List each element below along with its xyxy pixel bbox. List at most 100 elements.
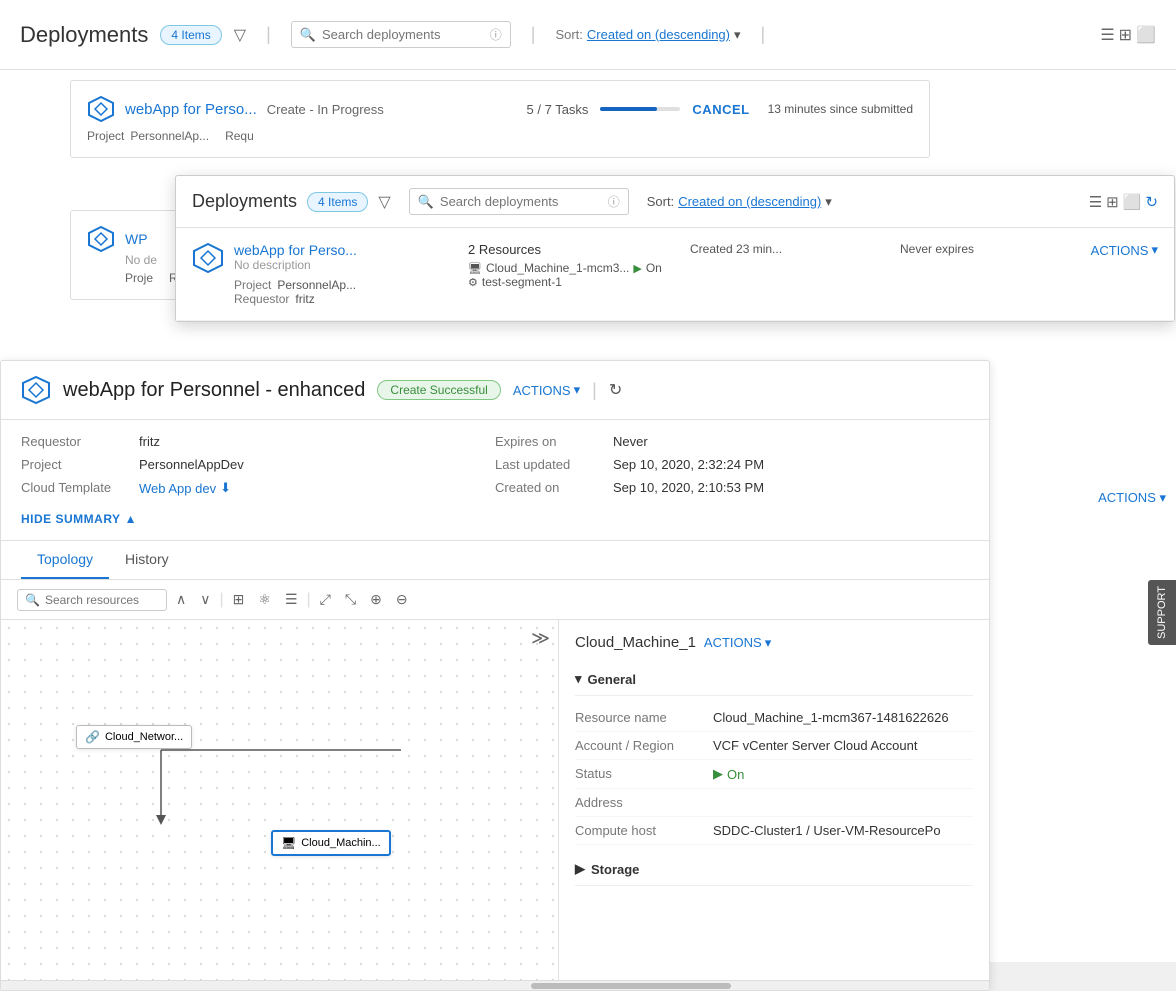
top-header: Deployments 4 Items ▽ | 🔍 ⓘ | Sort: Crea… — [0, 0, 1176, 70]
overlay-more-icon[interactable]: ⬜ — [1123, 193, 1142, 211]
tab-history[interactable]: History — [109, 541, 185, 579]
last-updated-value: Sep 10, 2020, 2:32:24 PM — [613, 457, 764, 472]
card1: webApp for Perso... Create - In Progress… — [70, 80, 930, 158]
view-icons: ☰ ⊞ ⬜ — [1100, 25, 1156, 45]
side-panel-title: Cloud_Machine_1 — [575, 634, 696, 651]
general-chevron-icon: ▾ — [575, 671, 582, 687]
detail-actions-button[interactable]: ACTIONS ▾ — [513, 382, 580, 398]
more-view-icon[interactable]: ⬜ — [1136, 25, 1156, 45]
overlay-refresh-icon[interactable]: ↻ — [1145, 193, 1158, 211]
grid-button[interactable]: ⊞ — [228, 588, 250, 611]
card2-name[interactable]: WP — [125, 231, 148, 247]
cloud-network-label: Cloud_Networ... — [105, 731, 183, 743]
prop-row: Address — [575, 789, 973, 817]
storage-label: Storage — [591, 862, 639, 877]
card1-name[interactable]: webApp for Perso... — [125, 101, 257, 118]
overlay-list-icon[interactable]: ☰ — [1089, 193, 1102, 211]
topology-toolbar: 🔍 ∧ ∨ | ⊞ ⚛ ☰ | ⤢ ⤡ ⊕ ⊖ — [1, 580, 989, 620]
search-icon: 🔍 — [300, 27, 316, 43]
created-on-label: Created on — [495, 480, 605, 495]
dep-app-icon — [192, 242, 224, 274]
filter-button[interactable]: ▽ — [234, 25, 246, 45]
bottom-scrollbar[interactable] — [1, 980, 989, 990]
zoom-in-button[interactable]: ⊕ — [365, 588, 387, 611]
task-count: 5 / 7 Tasks — [527, 102, 589, 117]
requestor-value: fritz — [139, 434, 160, 449]
res-count: 2 Resources — [468, 242, 668, 257]
topology-expand-button[interactable]: ≫ — [531, 628, 550, 649]
hide-summary-button[interactable]: HIDE SUMMARY ▲ — [21, 512, 495, 526]
prop-row: Compute hostSDDC-Cluster1 / User-VM-Reso… — [575, 817, 973, 845]
dep-name[interactable]: webApp for Perso... — [234, 242, 452, 258]
sort-desc-button[interactable]: ∨ — [195, 588, 215, 611]
detail-actions-chevron: ▾ — [574, 382, 581, 398]
zoom-out-button[interactable]: ⊖ — [391, 588, 413, 611]
actions-chevron: ▾ — [1151, 242, 1158, 258]
top-right-actions-button[interactable]: ACTIONS ▾ — [1098, 490, 1166, 506]
prop-value: ▶ On — [713, 766, 744, 782]
list-button[interactable]: ☰ — [280, 588, 303, 611]
res1-status-icon: ▶ — [633, 262, 641, 275]
cancel-button[interactable]: CANCEL — [692, 102, 749, 117]
overlay-search-input[interactable] — [440, 194, 602, 209]
overlay-view-icons: ☰ ⊞ ⬜ ↻ — [1089, 193, 1158, 211]
grid-view-icon[interactable]: ⊞ — [1119, 25, 1132, 45]
summary-col-right: Expires on Never Last updated Sep 10, 20… — [495, 434, 969, 526]
separator2: | — [531, 24, 536, 45]
detail-header: webApp for Personnel - enhanced Create S… — [1, 361, 989, 420]
chevron-up-icon: ▲ — [125, 512, 137, 526]
cluster-button[interactable]: ⚛ — [253, 588, 276, 611]
dep-expires: Never expires — [900, 242, 1020, 256]
collapse-button[interactable]: ⤡ — [340, 588, 361, 611]
overlay-info-icon[interactable]: ⓘ — [608, 193, 620, 210]
deployments-overlay: Deployments 4 Items ▽ 🔍 ⓘ Sort: Created … — [175, 175, 1175, 322]
prop-label: Compute host — [575, 823, 705, 838]
overlay-sort-chevron[interactable]: ▾ — [825, 194, 832, 210]
general-section-header[interactable]: ▾ General — [575, 663, 973, 696]
prop-value: VCF vCenter Server Cloud Account — [713, 738, 917, 753]
card1-meta: Project PersonnelAp... Requ — [87, 129, 913, 143]
overlay-grid-icon[interactable]: ⊞ — [1106, 193, 1119, 211]
cloud-network-node[interactable]: 🔗 Cloud_Networ... — [76, 725, 192, 749]
overlay-badge: 4 Items — [307, 192, 368, 212]
prop-label: Address — [575, 795, 705, 810]
support-tab[interactable]: SUPPORT — [1148, 580, 1176, 645]
cloud-machine-node[interactable]: 🖥 Cloud_Machin... — [271, 830, 391, 856]
overlay-filter-button[interactable]: ▽ — [378, 192, 390, 212]
last-updated-label: Last updated — [495, 457, 605, 472]
sort-label: Sort: — [555, 27, 582, 42]
overlay-sort-value[interactable]: Created on (descending) — [678, 194, 821, 209]
scrollbar-thumb[interactable] — [531, 983, 731, 989]
dep-meta-requestor-value: fritz — [295, 292, 314, 306]
dep-meta-project-label: Project — [234, 278, 271, 292]
storage-chevron-icon: ▶ — [575, 861, 585, 877]
topo-search-input[interactable] — [45, 593, 159, 607]
storage-section-header[interactable]: ▶ Storage — [575, 853, 973, 886]
dep-resources: 2 Resources 🖥 Cloud_Machine_1-mcm3... ▶ … — [468, 242, 668, 289]
sort-asc-button[interactable]: ∧ — [171, 588, 191, 611]
prop-row: Account / Region VCF vCenter Server Cloud… — [575, 732, 973, 760]
prop-row: Status▶ On — [575, 760, 973, 789]
overlay-sort: Sort: Created on (descending) ▾ — [647, 194, 832, 210]
progress-bar — [600, 107, 680, 111]
never-expires: Never expires — [900, 242, 974, 256]
network-icon: ⚙ — [468, 276, 478, 289]
refresh-button[interactable]: ↻ — [609, 380, 622, 400]
detail-tabs: Topology History — [1, 541, 989, 580]
dep-info: webApp for Perso... No description Proje… — [234, 242, 452, 306]
search-input[interactable] — [322, 27, 484, 42]
expand-button[interactable]: ⤢ — [315, 588, 336, 611]
cloud-template-link[interactable]: Web App dev ⬇ — [139, 480, 231, 496]
sort-chevron[interactable]: ▾ — [734, 27, 741, 43]
list-view-icon[interactable]: ☰ — [1100, 25, 1114, 45]
download-icon: ⬇ — [220, 480, 231, 496]
info-icon[interactable]: ⓘ — [490, 26, 502, 43]
create-success-badge: Create Successful — [377, 380, 500, 400]
prop-label: Account / Region — [575, 738, 705, 753]
app-icon-card1 — [87, 95, 115, 123]
side-panel-actions-button[interactable]: ACTIONS ▾ — [704, 635, 771, 651]
detail-app-icon — [21, 375, 51, 405]
tab-topology[interactable]: Topology — [21, 541, 109, 579]
sort-value[interactable]: Created on (descending) — [587, 27, 730, 42]
dep-actions-button[interactable]: ACTIONS ▾ — [1091, 242, 1158, 258]
